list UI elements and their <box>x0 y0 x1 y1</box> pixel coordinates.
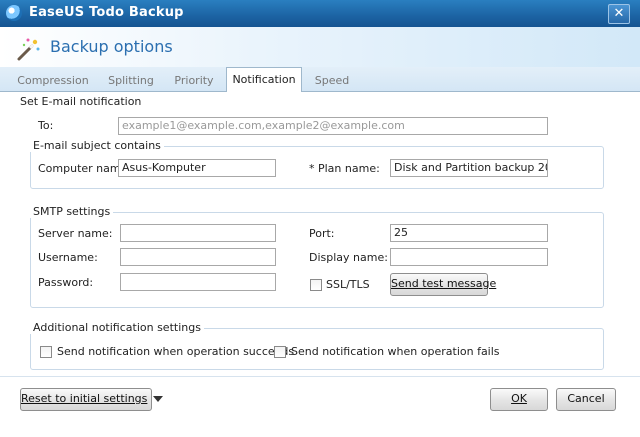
tab-notification[interactable]: Notification <box>226 67 302 92</box>
smtp-settings-group-title: SMTP settings <box>30 205 114 218</box>
port-label: Port: <box>309 227 335 240</box>
cancel-button[interactable]: Cancel <box>556 388 616 411</box>
ssl-tls-checkbox[interactable] <box>310 279 322 291</box>
notify-success-label: Send notification when operation succeed… <box>57 345 295 358</box>
password-label: Password: <box>38 276 94 289</box>
ok-button[interactable]: OK <box>490 388 548 411</box>
send-test-message-label: Send test message <box>391 277 497 290</box>
plan-name-label: * Plan name: <box>309 162 380 175</box>
reset-settings-label: Reset to initial settings <box>21 392 148 405</box>
title-bar: EaseUS Todo Backup ✕ <box>0 0 640 27</box>
username-label: Username: <box>38 251 98 264</box>
magic-wand-icon <box>17 38 40 61</box>
dialog-heading: Backup options <box>50 37 173 56</box>
plan-name-field[interactable]: Disk and Partition backup 2013-08 <box>390 159 548 177</box>
notify-fail-label: Send notification when operation fails <box>291 345 500 358</box>
computer-name-field[interactable]: Asus-Komputer <box>118 159 276 177</box>
to-label: To: <box>38 119 54 132</box>
window-title: EaseUS Todo Backup <box>29 5 184 20</box>
email-notification-section-title: Set E-mail notification <box>20 95 142 108</box>
tab-compression[interactable]: Compression <box>14 70 92 91</box>
dialog-header: Backup options <box>0 27 640 67</box>
password-field[interactable] <box>120 273 276 291</box>
notify-success-checkbox[interactable] <box>40 346 52 358</box>
ssl-tls-label: SSL/TLS <box>326 278 370 291</box>
tab-bar: Compression Splitting Priority Notificat… <box>0 67 640 92</box>
ok-label: OK <box>511 392 527 405</box>
dropdown-arrow-icon <box>153 396 164 402</box>
display-name-field[interactable] <box>390 248 548 266</box>
server-name-label: Server name: <box>38 227 113 240</box>
to-email-field[interactable] <box>118 117 548 135</box>
reset-settings-button[interactable]: Reset to initial settings <box>20 388 164 411</box>
username-field[interactable] <box>120 248 276 266</box>
server-name-field[interactable] <box>120 224 276 242</box>
cancel-label: Cancel <box>567 392 605 405</box>
tab-speed[interactable]: Speed <box>308 70 356 91</box>
close-window-button[interactable]: ✕ <box>608 4 630 24</box>
port-field[interactable]: 25 <box>390 224 548 242</box>
additional-notification-group-title: Additional notification settings <box>30 321 204 334</box>
send-test-message-button[interactable]: Send test message <box>390 273 496 296</box>
tab-splitting[interactable]: Splitting <box>100 70 162 91</box>
notify-fail-checkbox[interactable] <box>274 346 286 358</box>
app-logo-icon <box>6 5 22 21</box>
tab-priority[interactable]: Priority <box>168 70 220 91</box>
email-subject-group-title: E-mail subject contains <box>30 139 164 152</box>
footer-divider <box>0 376 640 377</box>
display-name-label: Display name: <box>309 251 388 264</box>
